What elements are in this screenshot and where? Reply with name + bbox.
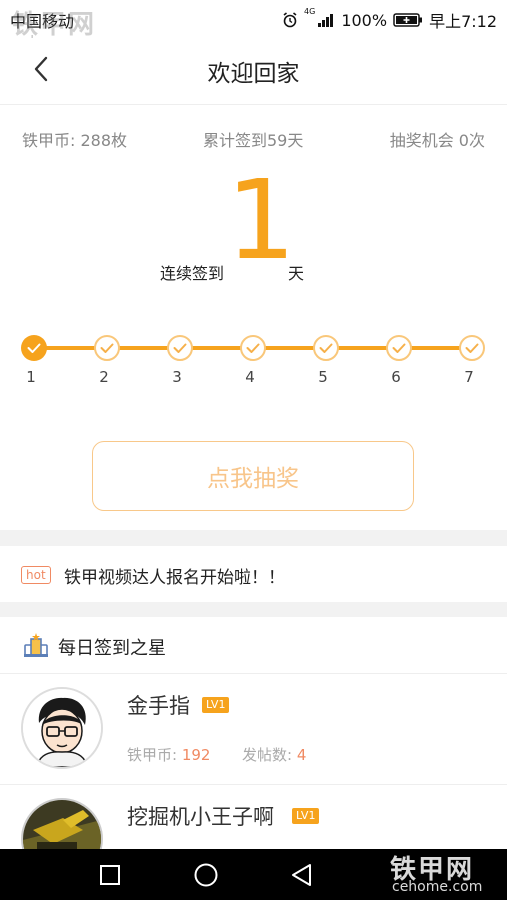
status-icons: 4G 100% 早上7:12: [282, 8, 497, 32]
user-coins-label: 铁甲币:: [127, 746, 178, 764]
user-coins: 铁甲币: 192: [127, 744, 210, 765]
level-badge: LV1: [202, 697, 230, 713]
hot-banner-text: 铁甲视频达人报名开始啦！！: [64, 568, 285, 588]
alarm-icon: [283, 12, 297, 28]
day-step: [313, 335, 339, 361]
checkin-card: 铁甲币: 288枚 累计签到59天 抽奖机会 0次 连续签到 1 天 1 2 3 4 5…: [0, 105, 507, 530]
daily-stars-header: 每日签到之星: [0, 617, 507, 674]
day-step-label: 7: [464, 368, 474, 386]
list-item[interactable]: 金手指 LV1 铁甲币: 192 发帖数: 4: [0, 674, 507, 785]
day-step-label: 5: [318, 368, 328, 386]
home-icon[interactable]: [193, 862, 219, 888]
trophy-icon: [24, 633, 48, 657]
level-badge: LV1: [292, 808, 320, 824]
check-icon: [100, 343, 114, 353]
streak-unit: 天: [288, 264, 305, 283]
day-step: [240, 335, 266, 361]
check-icon: [392, 343, 406, 353]
user-posts: 发帖数: 4: [242, 744, 306, 765]
streak-days: 1: [226, 156, 296, 284]
day-step: [386, 335, 412, 361]
day-step-label: 4: [245, 368, 255, 386]
day-step: [94, 335, 120, 361]
avatar[interactable]: [21, 687, 103, 769]
excavator-photo-icon: [23, 800, 101, 849]
draw-lottery-label: 点我抽奖: [207, 466, 299, 492]
total-checkins-stat: 累计签到59天: [203, 131, 304, 150]
back-button[interactable]: [26, 52, 62, 88]
recent-apps-icon[interactable]: [98, 863, 122, 887]
system-nav-bar: 铁甲网 cehome.com: [0, 849, 507, 900]
check-icon: [27, 343, 41, 353]
lottery-chances-stat: 抽奖机会 0次: [389, 131, 485, 150]
user-coins-value: 192: [181, 746, 211, 764]
page-title: 欢迎回家: [207, 61, 300, 87]
check-icon: [173, 343, 187, 353]
hot-badge: hot: [21, 566, 51, 584]
hot-banner[interactable]: hot 铁甲视频达人报名开始啦！！: [0, 546, 507, 602]
check-icon: [246, 343, 260, 353]
watermark-url: cehome.com: [392, 879, 483, 895]
avatar[interactable]: [21, 798, 103, 849]
user-posts-label: 发帖数:: [242, 746, 293, 764]
chevron-left-icon: [34, 56, 48, 82]
signal-icon: [318, 14, 334, 27]
day-step-label: 3: [172, 368, 182, 386]
network-type: 4G: [304, 7, 316, 16]
user-name: 挖掘机小王子啊: [127, 805, 274, 829]
battery-percent: 100%: [341, 10, 388, 30]
daily-stars-title: 每日签到之星: [58, 638, 166, 659]
coins-stat: 铁甲币: 288枚: [22, 131, 128, 150]
status-bar: 中国移动 4G 100% 早上7:12 铁甲网 cehome.com: [0, 0, 507, 50]
nav-bar: 欢迎回家: [0, 38, 507, 105]
day-step-label: 1: [26, 368, 36, 386]
day-step-checked: [21, 335, 47, 361]
day-step: [167, 335, 193, 361]
check-icon: [465, 343, 479, 353]
draw-lottery-button[interactable]: 点我抽奖: [92, 441, 414, 511]
day-step-label: 2: [99, 368, 109, 386]
user-posts-value: 4: [296, 746, 307, 764]
list-item[interactable]: 挖掘机小王子啊 LV1: [0, 785, 507, 849]
check-icon: [319, 343, 333, 353]
day-step-label: 6: [391, 368, 401, 386]
user-name: 金手指: [127, 694, 190, 718]
back-nav-icon[interactable]: [289, 862, 315, 888]
streak-label: 连续签到: [160, 264, 225, 283]
user-portrait-icon: [23, 689, 101, 767]
day-step: [459, 335, 485, 361]
clock: 早上7:12: [429, 12, 497, 31]
battery-icon: [393, 13, 423, 27]
